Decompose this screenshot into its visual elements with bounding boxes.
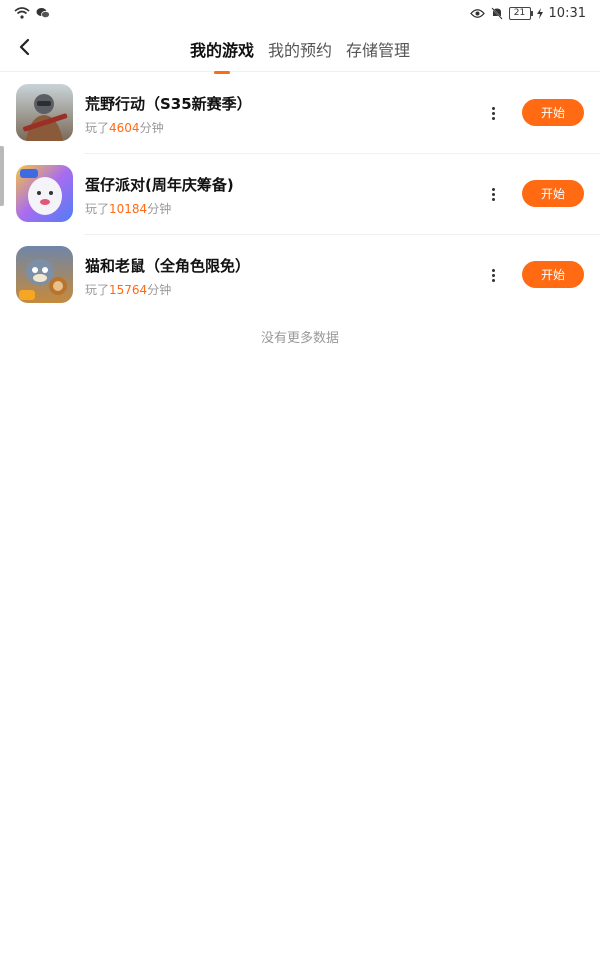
- side-drawer-handle[interactable]: [0, 146, 4, 206]
- eye-icon: [469, 8, 485, 18]
- game-title: 蛋仔派对(周年庆筹备): [85, 176, 234, 194]
- wifi-icon: [14, 7, 30, 19]
- playtime-prefix: 玩了: [85, 283, 110, 297]
- start-button[interactable]: 开始: [522, 261, 584, 288]
- tab-my-reservations[interactable]: 我的预约: [267, 37, 333, 61]
- game-playtime: 玩了15764分钟: [85, 281, 171, 298]
- playtime-suffix: 分钟: [147, 202, 172, 216]
- game-playtime: 玩了4604分钟: [85, 119, 164, 136]
- wechat-icon: [36, 8, 50, 19]
- playtime-minutes: 10184: [109, 202, 148, 216]
- game-icon-eggy-party[interactable]: [16, 165, 73, 222]
- status-left: [14, 7, 50, 19]
- tab-my-games[interactable]: 我的游戏: [189, 37, 255, 74]
- playtime-prefix: 玩了: [85, 202, 110, 216]
- status-bar: 21 10:31: [0, 0, 600, 26]
- game-playtime: 玩了10184分钟: [85, 200, 171, 217]
- game-list: 荒野行动（S35新赛季） 玩了4604分钟 开始 蛋仔派对(周年庆筹备) 玩了1…: [0, 73, 600, 316]
- start-button[interactable]: 开始: [522, 99, 584, 126]
- charging-icon: [536, 7, 543, 19]
- more-options-icon[interactable]: [484, 263, 502, 287]
- playtime-suffix: 分钟: [139, 121, 164, 135]
- status-right: 21 10:31: [469, 5, 586, 21]
- tab-label: 我的游戏: [189, 41, 254, 60]
- status-time: 10:31: [548, 5, 586, 21]
- start-button[interactable]: 开始: [522, 180, 584, 207]
- game-icon-knives-out[interactable]: [16, 84, 73, 141]
- more-options-icon[interactable]: [484, 182, 502, 206]
- battery-icon: 21: [508, 6, 533, 20]
- tab-label: 我的预约: [267, 41, 332, 60]
- playtime-minutes: 4604: [109, 121, 140, 135]
- playtime-minutes: 15764: [109, 283, 148, 297]
- game-row[interactable]: 猫和老鼠（全角色限免） 玩了15764分钟 开始: [0, 235, 600, 316]
- mute-bell-icon: [490, 6, 503, 20]
- playtime-suffix: 分钟: [147, 283, 172, 297]
- no-more-data-text: 没有更多数据: [260, 331, 339, 346]
- tab-bar: 我的游戏 我的预约 存储管理: [0, 26, 600, 74]
- game-icon-tom-and-jerry[interactable]: [16, 246, 73, 303]
- game-row[interactable]: 荒野行动（S35新赛季） 玩了4604分钟 开始: [0, 73, 600, 154]
- game-title: 猫和老鼠（全角色限免）: [85, 257, 251, 275]
- tab-storage-management[interactable]: 存储管理: [345, 37, 411, 61]
- more-options-icon[interactable]: [484, 101, 502, 125]
- tab-label: 存储管理: [346, 41, 411, 60]
- game-title: 荒野行动（S35新赛季）: [85, 95, 252, 113]
- game-row[interactable]: 蛋仔派对(周年庆筹备) 玩了10184分钟 开始: [0, 154, 600, 235]
- playtime-prefix: 玩了: [85, 121, 110, 135]
- header: 我的游戏 我的预约 存储管理: [0, 26, 600, 74]
